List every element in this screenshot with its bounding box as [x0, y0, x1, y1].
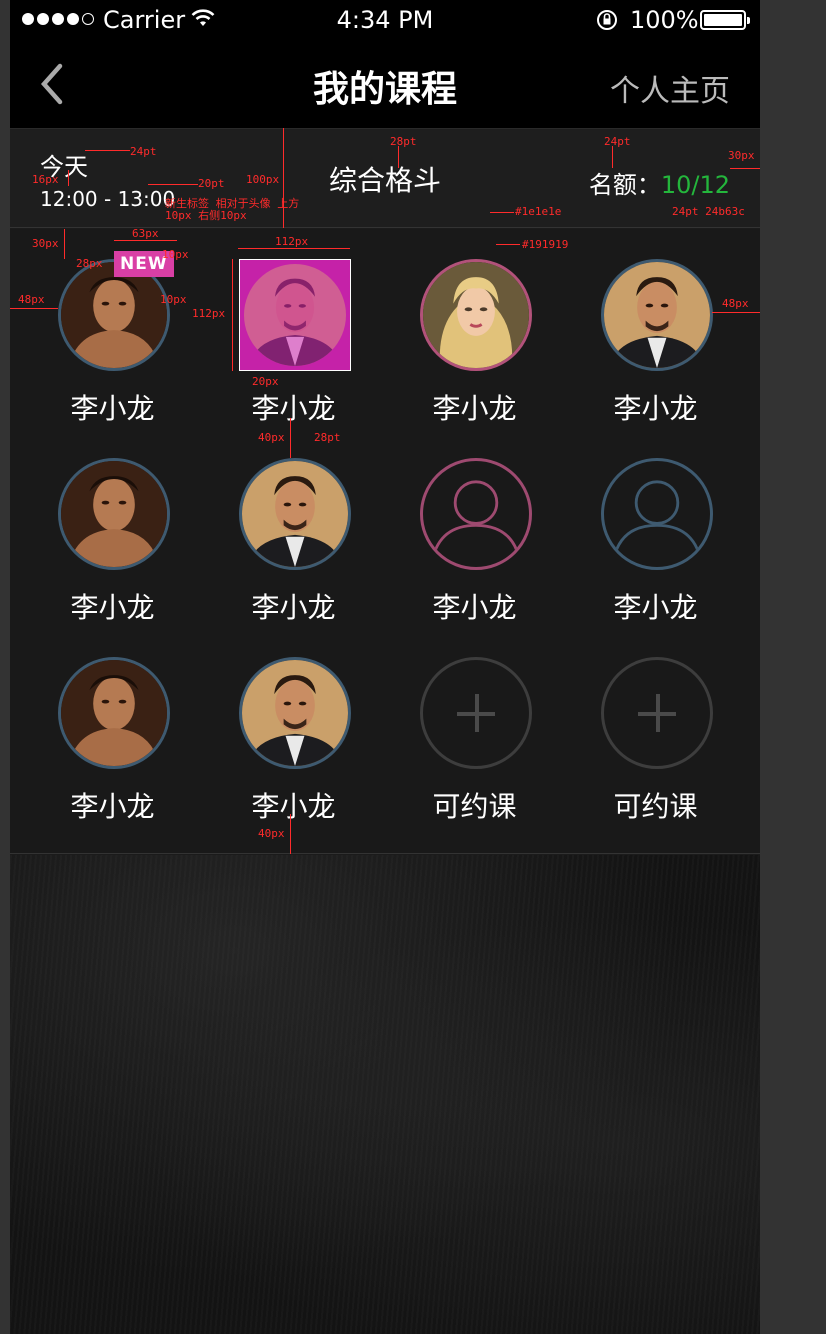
- annotation: #191919: [522, 238, 569, 251]
- annotation: 20pt: [198, 177, 225, 190]
- student-avatar[interactable]: [420, 259, 532, 371]
- annotation: 28pt: [314, 431, 341, 444]
- annotation: 40px: [258, 827, 285, 840]
- annotation: 10px: [160, 293, 187, 306]
- student-cell[interactable]: 李小龙: [553, 428, 734, 624]
- cell-label: 李小龙: [251, 392, 336, 425]
- annotation-line: [232, 259, 233, 371]
- student-avatar-selected[interactable]: [239, 259, 351, 371]
- cell-label: 李小龙: [251, 790, 336, 823]
- annotation: #1e1e1e: [515, 205, 562, 218]
- student-cell[interactable]: 李小龙: [372, 428, 553, 624]
- annotation-line: [68, 170, 69, 186]
- battery-icon: [700, 10, 750, 30]
- user-placeholder-icon[interactable]: [420, 458, 532, 570]
- cell-label: 李小龙: [432, 591, 517, 624]
- student-cell[interactable]: 李小龙: [10, 627, 191, 823]
- annotation-note: 新生标签 相对于头像 上方10px 右侧10px: [165, 197, 300, 222]
- annotation: 28pt: [390, 135, 417, 148]
- student-avatar[interactable]: [58, 458, 170, 570]
- annotation-line: [148, 184, 198, 185]
- annotation: 40px: [258, 431, 285, 444]
- phone-screen: Carrier 4:34 PM 100% 我的课程 个人主页 今天 12:00 …: [10, 0, 760, 1334]
- battery-percent: 100%: [630, 6, 699, 34]
- student-avatar[interactable]: [601, 259, 713, 371]
- student-grid: NEW 李小龙 李小龙 李小龙 李小龙 李小龙 李小龙 李小龙 李小龙 李小龙 李小龙 可约课 可约课: [10, 229, 760, 854]
- nav-bar: 我的课程 个人主页: [10, 40, 760, 128]
- cell-label: 李小龙: [70, 392, 155, 425]
- annotation: 16px: [32, 173, 59, 186]
- course-info-bar: 今天 12:00 - 13:00 综合格斗 名额：10/12: [10, 128, 760, 228]
- book-slot-cell[interactable]: 可约课: [372, 627, 553, 823]
- annotation: 28px: [76, 257, 103, 270]
- rotation-lock-icon: [597, 10, 617, 30]
- annotation: 24pt 24b63c: [672, 205, 745, 218]
- annotation-line: [712, 312, 760, 313]
- annotation-line: [85, 150, 130, 151]
- annotation-line: [238, 248, 350, 249]
- cell-label: 李小龙: [432, 392, 517, 425]
- annotation: 24pt: [604, 135, 631, 148]
- user-placeholder-icon[interactable]: [601, 458, 713, 570]
- annotation: 112px: [275, 235, 309, 248]
- annotation: 30px: [728, 149, 755, 162]
- annotation: 100px: [246, 173, 280, 186]
- quota-label: 名额：: [588, 171, 661, 199]
- student-avatar[interactable]: [239, 458, 351, 570]
- student-cell[interactable]: 李小龙: [191, 229, 372, 425]
- add-icon[interactable]: [601, 657, 713, 769]
- student-cell[interactable]: 李小龙: [191, 428, 372, 624]
- annotation: 24pt: [130, 145, 157, 158]
- cell-label: 李小龙: [70, 591, 155, 624]
- add-icon[interactable]: [420, 657, 532, 769]
- annotation: 63px: [132, 227, 159, 240]
- profile-link[interactable]: 个人主页: [610, 66, 730, 110]
- cell-label: 李小龙: [251, 591, 336, 624]
- background-texture: [10, 855, 760, 1334]
- annotation: 112px: [192, 307, 226, 320]
- annotation: 20px: [252, 375, 279, 388]
- student-cell[interactable]: 李小龙: [10, 428, 191, 624]
- cell-label: 可约课: [432, 790, 517, 823]
- annotation-line: [612, 146, 613, 168]
- cell-label: 可约课: [613, 790, 698, 823]
- student-cell[interactable]: 李小龙: [553, 229, 734, 425]
- student-cell[interactable]: 李小龙: [372, 229, 553, 425]
- annotation-line: [64, 229, 65, 259]
- annotation-line: [290, 418, 291, 458]
- quota: 名额：10/12: [589, 165, 730, 200]
- cell-label: 李小龙: [70, 790, 155, 823]
- cell-label: 李小龙: [613, 392, 698, 425]
- quota-value: 10/12: [660, 171, 730, 199]
- annotation-line: [496, 244, 520, 245]
- annotation-line: [398, 146, 399, 168]
- annotation: 30px: [32, 237, 59, 250]
- student-cell[interactable]: 李小龙: [191, 627, 372, 823]
- status-bar: Carrier 4:34 PM 100%: [10, 0, 760, 40]
- annotation-line: [290, 814, 291, 854]
- annotation: 48px: [722, 297, 749, 310]
- annotation-line: [114, 240, 177, 241]
- annotation-line: [490, 212, 514, 213]
- student-avatar[interactable]: [239, 657, 351, 769]
- annotation: 48px: [18, 293, 45, 306]
- annotation-line: [730, 168, 760, 169]
- annotation-line: [10, 308, 58, 309]
- annotation: 10px: [162, 248, 189, 261]
- student-avatar[interactable]: [58, 657, 170, 769]
- book-slot-cell[interactable]: 可约课: [553, 627, 734, 823]
- cell-label: 李小龙: [613, 591, 698, 624]
